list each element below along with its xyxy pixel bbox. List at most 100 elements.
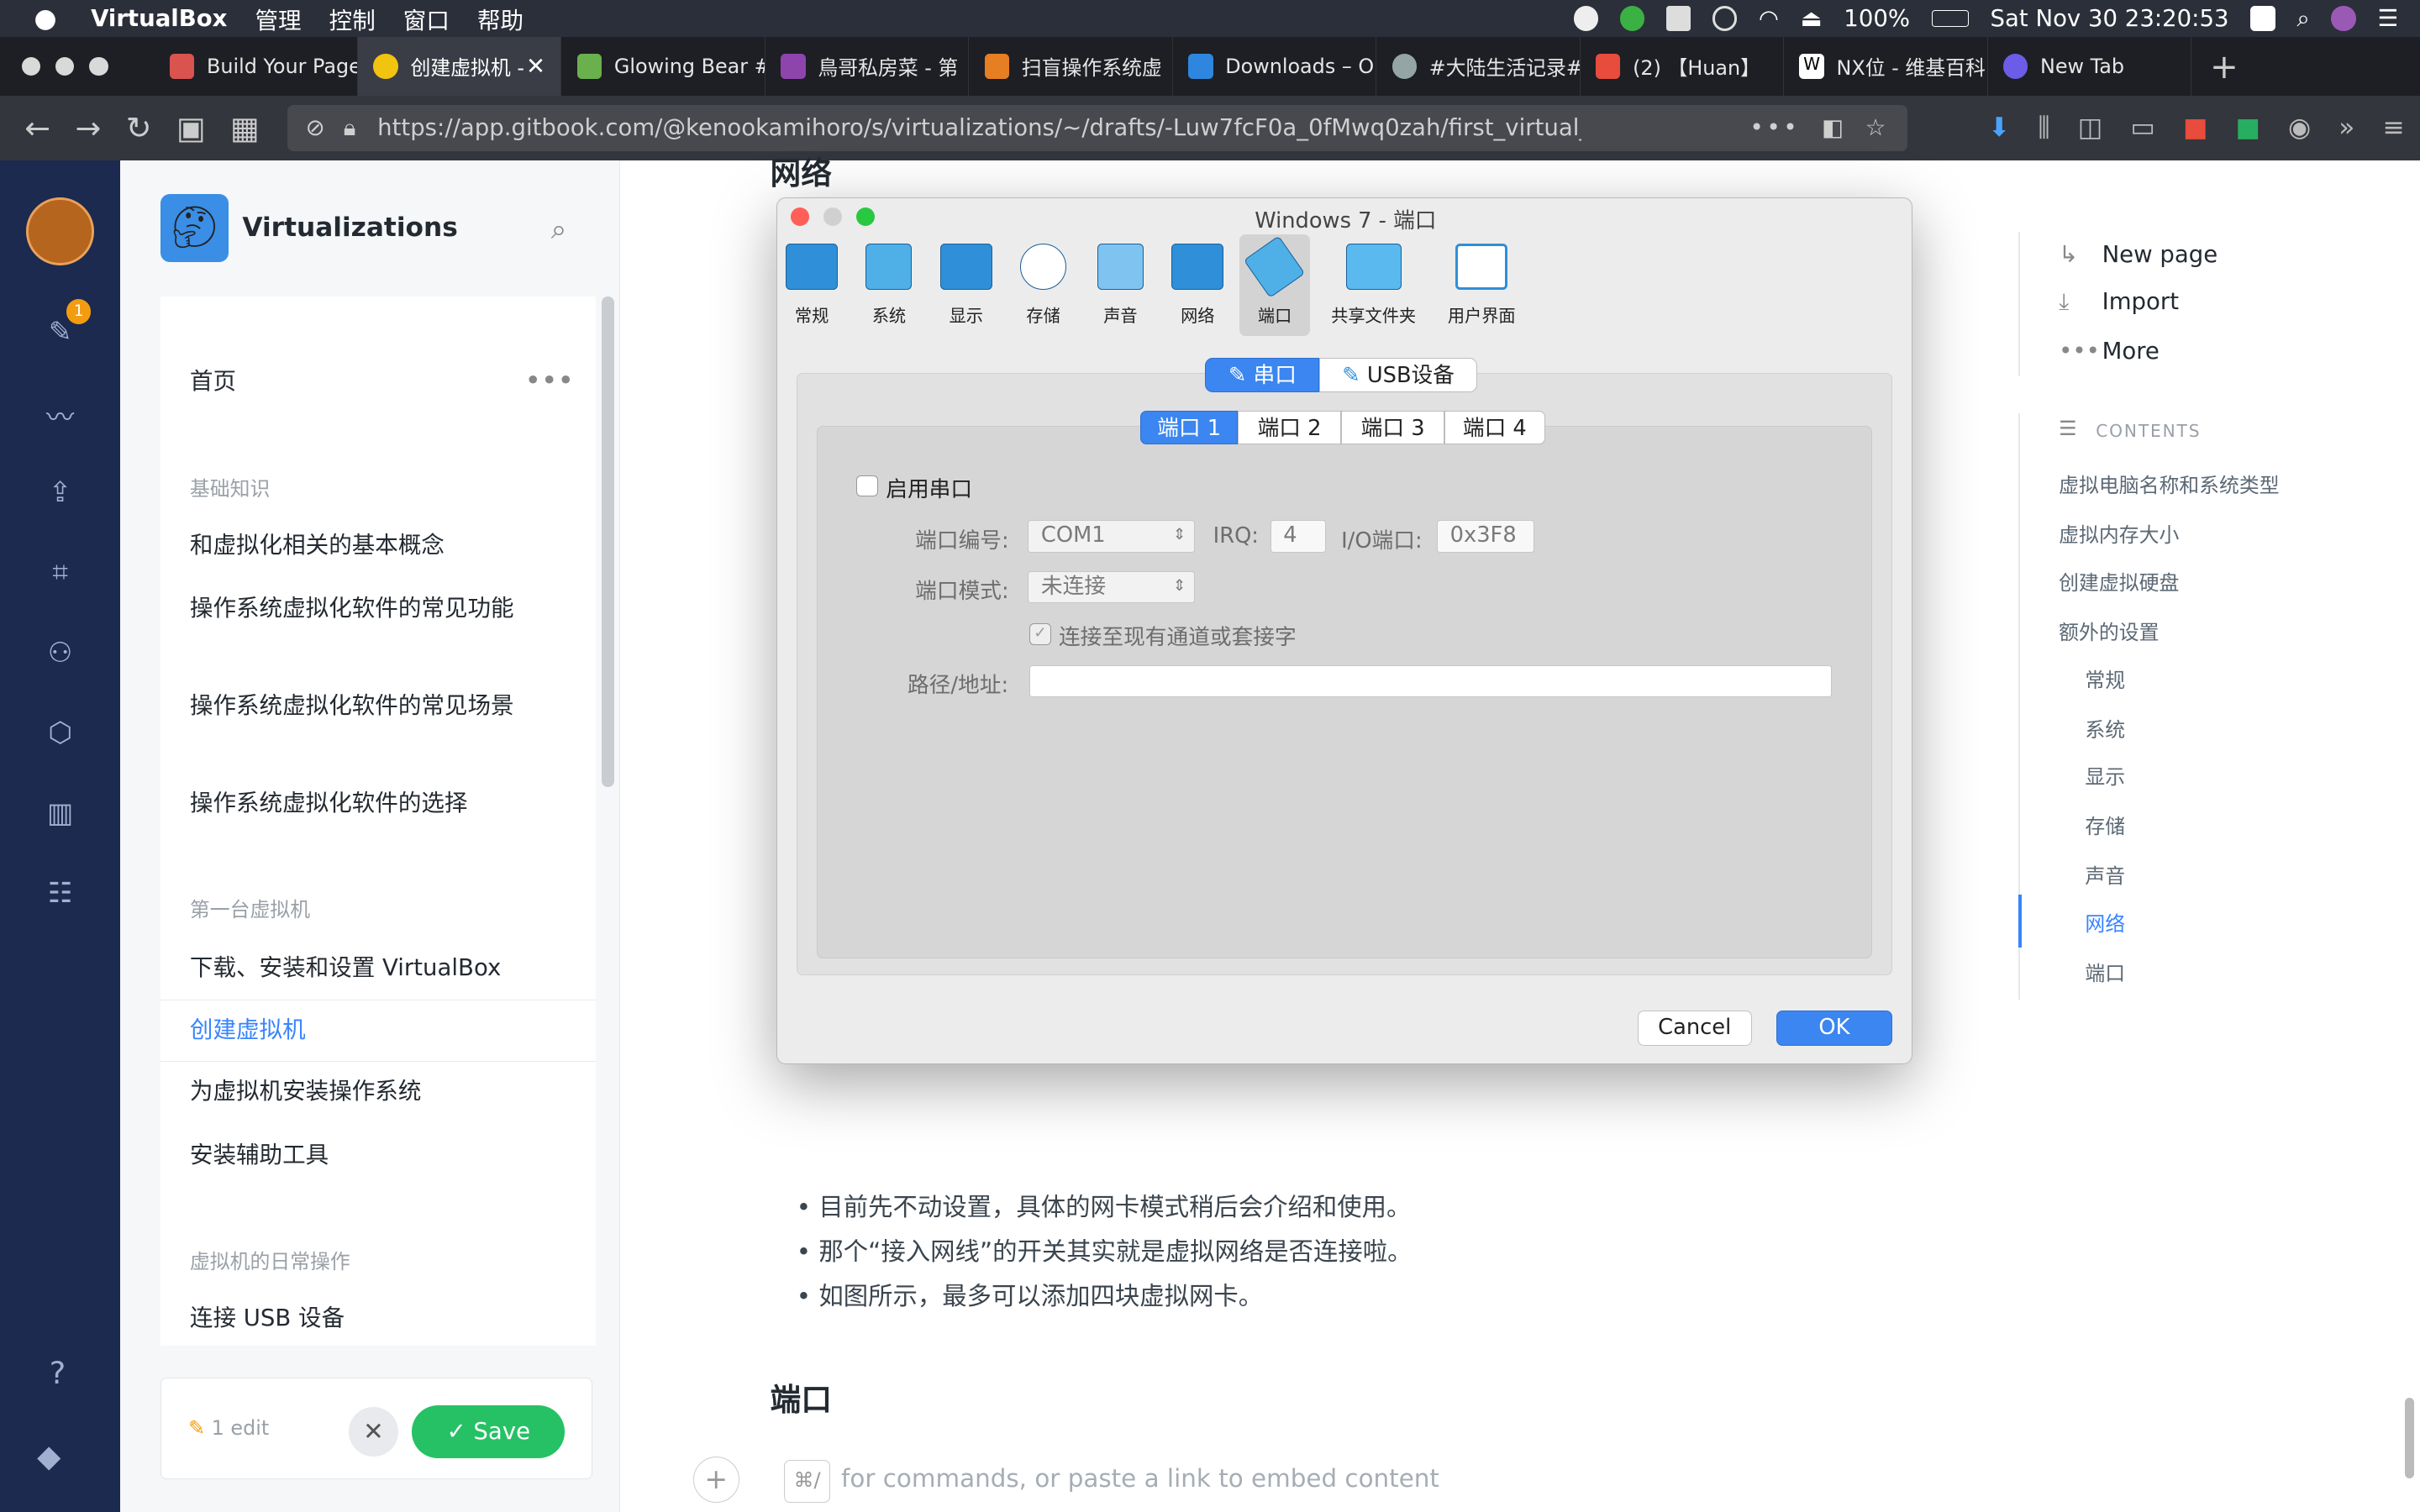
nav-item-active[interactable]: 创建虚拟机 — [190, 1012, 529, 1047]
browser-tab[interactable]: (2) 【Huan】 — [1581, 37, 1785, 96]
toolbar-system[interactable]: 系统 — [858, 234, 919, 327]
menu-help[interactable]: 帮助 — [477, 2, 523, 35]
analytics-icon[interactable]: ▥ — [42, 796, 79, 833]
sidebar-scrollbar[interactable] — [602, 296, 614, 787]
new-page-link[interactable]: New page — [2102, 241, 2218, 268]
extension-green-icon[interactable]: ■ — [2235, 113, 2260, 143]
keyboard-icon[interactable] — [2250, 6, 2275, 31]
toc-item[interactable]: 虚拟电脑名称和系统类型 — [2059, 469, 2279, 498]
port-tab-2[interactable]: 端口 2 — [1238, 410, 1342, 444]
more-options-icon[interactable]: ••• — [524, 364, 573, 396]
more-link[interactable]: More — [2102, 338, 2160, 365]
ok-button[interactable]: OK — [1776, 1011, 1892, 1047]
space-title[interactable]: Virtualizations — [242, 213, 457, 243]
menubar-clock[interactable]: Sat Nov 30 23:20:53 — [1991, 5, 2229, 32]
time-machine-icon[interactable] — [1712, 6, 1738, 31]
browser-tab[interactable]: Downloads – O — [1173, 37, 1377, 96]
io-port-field[interactable]: 0x3F8 — [1436, 519, 1534, 553]
drive-icon[interactable] — [1665, 6, 1691, 31]
nav-item[interactable]: 操作系统虚拟化软件的常见功能 — [190, 591, 529, 626]
port-number-select[interactable]: COM1 ⇕ — [1028, 519, 1195, 553]
browser-tab[interactable]: W NX位 - 维基百科 — [1784, 37, 1988, 96]
cancel-button[interactable]: Cancel — [1637, 1011, 1752, 1047]
upload-icon[interactable]: ⇪ — [42, 475, 79, 512]
nav-item[interactable]: 和虚拟化相关的基本概念 — [190, 528, 529, 563]
new-tab-button[interactable]: + — [2210, 46, 2238, 87]
toolbar-audio[interactable]: 声音 — [1090, 234, 1151, 327]
browser-tab[interactable]: New Tab — [1988, 37, 2191, 96]
toolbar-general[interactable]: 常规 — [781, 234, 842, 327]
toc-item[interactable]: 系统 — [2085, 713, 2125, 743]
close-tab-icon[interactable]: ✕ — [526, 53, 545, 80]
extension-dark-icon[interactable]: ◉ — [2288, 113, 2311, 143]
forward-icon[interactable]: → — [76, 110, 102, 146]
location-icon[interactable] — [1573, 6, 1598, 31]
browser-tab[interactable]: Build Your Page — [155, 37, 359, 96]
edit-count[interactable]: ✎ 1 edit — [188, 1416, 269, 1440]
package-icon[interactable]: ⬡ — [42, 716, 79, 753]
close-window-button[interactable] — [21, 56, 40, 76]
overflow-menu-icon[interactable]: » — [2338, 113, 2354, 143]
nav-item[interactable]: 操作系统虚拟化软件的选择 — [190, 785, 529, 821]
space-logo-icon[interactable]: 🤔︎ — [160, 194, 229, 263]
menu-control[interactable]: 控制 — [329, 2, 376, 35]
settings-sliders-icon[interactable]: ☷ — [42, 876, 79, 913]
check-status-icon[interactable] — [1619, 6, 1644, 31]
discard-draft-button[interactable]: ✕ — [349, 1407, 398, 1457]
main-scrollbar[interactable] — [2404, 1398, 2414, 1478]
dialog-close-button[interactable] — [791, 207, 810, 227]
url-text[interactable]: https://app.gitbook.com/@kenookamihoro/s… — [377, 114, 1581, 141]
tab-serial-ports[interactable]: ✎ 串口 — [1205, 358, 1320, 392]
nav-item[interactable]: 操作系统虚拟化软件的常见场景 — [190, 688, 529, 723]
extension-red-icon[interactable]: ■ — [2183, 113, 2208, 143]
save-button[interactable]: ✓ Save — [412, 1405, 566, 1458]
browser-tab[interactable]: Glowing Bear # — [561, 37, 765, 96]
gitbook-logo-icon[interactable]: ◆ — [37, 1438, 60, 1474]
toolbar-network[interactable]: 网络 — [1167, 234, 1228, 327]
toolbar-user-interface[interactable]: 用户界面 — [1441, 234, 1522, 327]
download-icon[interactable]: ⬇ — [1988, 113, 2010, 143]
library-icon[interactable]: ⫼ — [2038, 113, 2049, 144]
help-icon[interactable]: ? — [50, 1355, 66, 1391]
enable-serial-checkbox[interactable] — [856, 475, 879, 497]
extensions-icon[interactable]: ▦ — [230, 110, 260, 146]
toc-item[interactable]: 额外的设置 — [2059, 616, 2159, 645]
port-mode-select[interactable]: 未连接 ⇕ — [1028, 570, 1195, 604]
tracking-protection-icon[interactable]: ⊘ — [306, 114, 325, 141]
sidebar-icon[interactable]: ◫ — [2078, 113, 2103, 143]
reader-view-icon[interactable]: ▭ — [2130, 113, 2155, 143]
notification-center-icon[interactable]: ☰ — [2378, 5, 2399, 32]
battery-icon[interactable] — [1931, 9, 1969, 28]
lock-icon[interactable]: 🔒︎ — [344, 114, 356, 142]
pocket-icon[interactable]: ◧ — [1822, 114, 1844, 141]
back-icon[interactable]: ← — [24, 110, 50, 146]
toc-item[interactable]: 端口 — [2085, 957, 2125, 986]
toolbar-shared-folders[interactable]: 共享文件夹 — [1328, 234, 1420, 327]
apple-icon[interactable]: ● — [34, 3, 56, 34]
reload-icon[interactable]: ↻ — [126, 110, 152, 146]
browser-tab[interactable]: 鳥哥私房菜 - 第 — [765, 37, 970, 96]
search-icon[interactable]: ⌕ — [551, 213, 567, 246]
browser-tab-active[interactable]: 创建虚拟机 - ✕ — [358, 37, 562, 96]
zoom-window-button[interactable] — [89, 56, 108, 76]
toolbar-display[interactable]: 显示 — [935, 234, 997, 327]
port-tab-1[interactable]: 端口 1 — [1140, 410, 1239, 444]
nav-item[interactable]: 连接 USB 设备 — [190, 1300, 529, 1336]
reader-icon[interactable]: ▣ — [176, 110, 206, 146]
toc-item[interactable]: 声音 — [2085, 859, 2125, 889]
url-bar[interactable]: ⊘ 🔒︎ https://app.gitbook.com/@kenookamih… — [287, 104, 1908, 151]
eject-icon[interactable]: ⏏ — [1801, 5, 1823, 32]
paint-roller-icon[interactable]: ⌗ — [42, 555, 79, 592]
toc-item-active[interactable]: 网络 — [2085, 907, 2125, 937]
enable-serial-label[interactable]: 启用串口 — [886, 472, 972, 503]
hamburger-menu-icon[interactable]: ≡ — [2382, 113, 2404, 143]
browser-tab[interactable]: 扫盲操作系统虚 — [969, 37, 1173, 96]
page-actions-icon[interactable]: ••• — [1750, 114, 1801, 141]
browser-tab[interactable]: #大陆生活记录# — [1376, 37, 1581, 96]
nav-item[interactable]: 下载、安装和设置 VirtualBox — [190, 950, 529, 985]
bookmark-star-icon[interactable]: ☆ — [1865, 114, 1886, 141]
irq-field[interactable]: 4 — [1270, 519, 1326, 553]
siri-icon[interactable] — [2331, 6, 2356, 31]
avatar[interactable] — [26, 197, 95, 265]
wifi-icon[interactable]: ◠ — [1759, 5, 1779, 32]
